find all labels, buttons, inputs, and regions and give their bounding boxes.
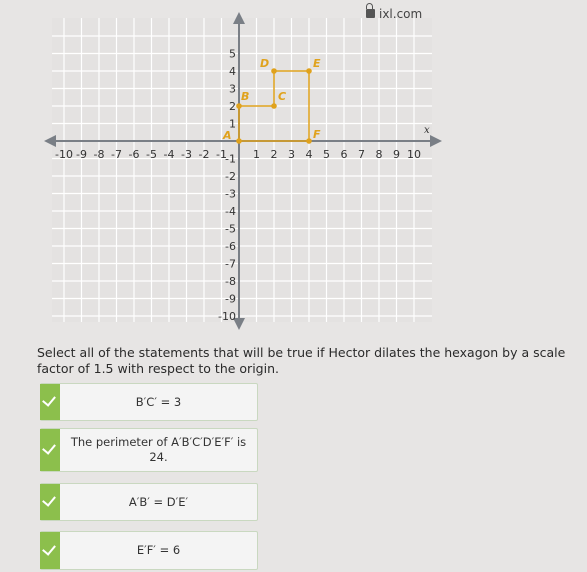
x-tick-label: -3 [181, 148, 192, 161]
grid-lines [52, 18, 432, 322]
y-tick-label: 4 [229, 65, 236, 78]
y-tick-label: -5 [225, 223, 236, 236]
checkmark-icon [42, 440, 56, 455]
y-tick-label: 2 [229, 100, 236, 113]
grid-background [52, 18, 432, 322]
y-tick-label: -1 [225, 153, 236, 166]
point-label-c: C [278, 90, 286, 103]
y-tick-label: -3 [225, 188, 236, 201]
selected-indicator [40, 484, 60, 520]
x-tick-label: 4 [306, 148, 313, 161]
selected-indicator [40, 429, 60, 471]
point-b[interactable] [236, 103, 242, 109]
x-tick-label: 7 [358, 148, 365, 161]
point-label-b: B [241, 90, 249, 103]
x-tick-label: -10 [55, 148, 73, 161]
answer-text: E′F′ = 6 [136, 543, 181, 557]
point-a[interactable] [236, 138, 242, 144]
point-e[interactable] [306, 68, 312, 74]
y-tick-label: -9 [225, 293, 236, 306]
point-c[interactable] [271, 103, 277, 109]
answer-option-3[interactable]: A′B′ = D′E′ [40, 483, 258, 521]
x-tick-label: 8 [376, 148, 383, 161]
x-axis-arrow-left [44, 135, 56, 147]
answer-option-1[interactable]: B′C′ = 3 [40, 383, 258, 421]
checkmark-icon [42, 492, 56, 507]
x-tick-label: -2 [199, 148, 210, 161]
y-tick-label: -2 [225, 170, 236, 183]
answer-option-4[interactable]: E′F′ = 6 [40, 531, 258, 570]
point-label-e: E [313, 57, 321, 70]
checkmark-icon [42, 540, 56, 556]
answer-option-2[interactable]: The perimeter of A′B′C′D′E′F′ is 24. [40, 428, 258, 472]
point-f[interactable] [306, 138, 312, 144]
x-tick-label: 3 [288, 148, 295, 161]
point-label-a: A [222, 129, 232, 142]
coordinate-plane[interactable]: x -10 -9 -8 -7 -6 -5 -4 -3 -2 -1 1 2 3 4 5 6 7 8 9 1054321-… [0, 0, 587, 340]
answer-text: The perimeter of A′B′C′D′E′F′ is 24. [70, 435, 247, 464]
y-tick-label: -8 [225, 275, 236, 288]
x-tick-label: -4 [164, 148, 175, 161]
y-tick-label: -4 [225, 205, 236, 218]
x-tick-label: -7 [111, 148, 122, 161]
y-tick-label: 3 [229, 83, 236, 96]
x-tick-label: 10 [407, 148, 421, 161]
checkmark-icon [42, 392, 56, 407]
y-tick-label: -7 [225, 258, 236, 271]
answer-text: B′C′ = 3 [135, 394, 182, 409]
x-tick-label: -8 [94, 148, 105, 161]
selected-indicator [40, 532, 60, 569]
point-label-f: F [313, 128, 321, 141]
x-tick-label: -6 [129, 148, 140, 161]
answer-text: A′B′ = D′E′ [128, 494, 189, 509]
x-tick-label: 6 [341, 148, 348, 161]
x-axis-arrow-right [430, 135, 442, 147]
x-tick-label: -9 [76, 148, 87, 161]
y-tick-label: -6 [225, 240, 236, 253]
y-tick-label: -10 [218, 310, 236, 323]
x-tick-label: -5 [146, 148, 157, 161]
x-axis-label: x [424, 125, 430, 136]
x-tick-label: 2 [271, 148, 278, 161]
y-tick-label: 5 [229, 48, 236, 61]
point-d[interactable] [271, 68, 277, 74]
x-tick-label: 1 [253, 148, 260, 161]
point-label-d: D [260, 57, 269, 70]
x-tick-label: 5 [323, 148, 330, 161]
x-tick-label: 9 [393, 148, 400, 161]
selected-indicator [40, 384, 60, 420]
question-prompt: Select all of the statements that will b… [37, 345, 566, 376]
